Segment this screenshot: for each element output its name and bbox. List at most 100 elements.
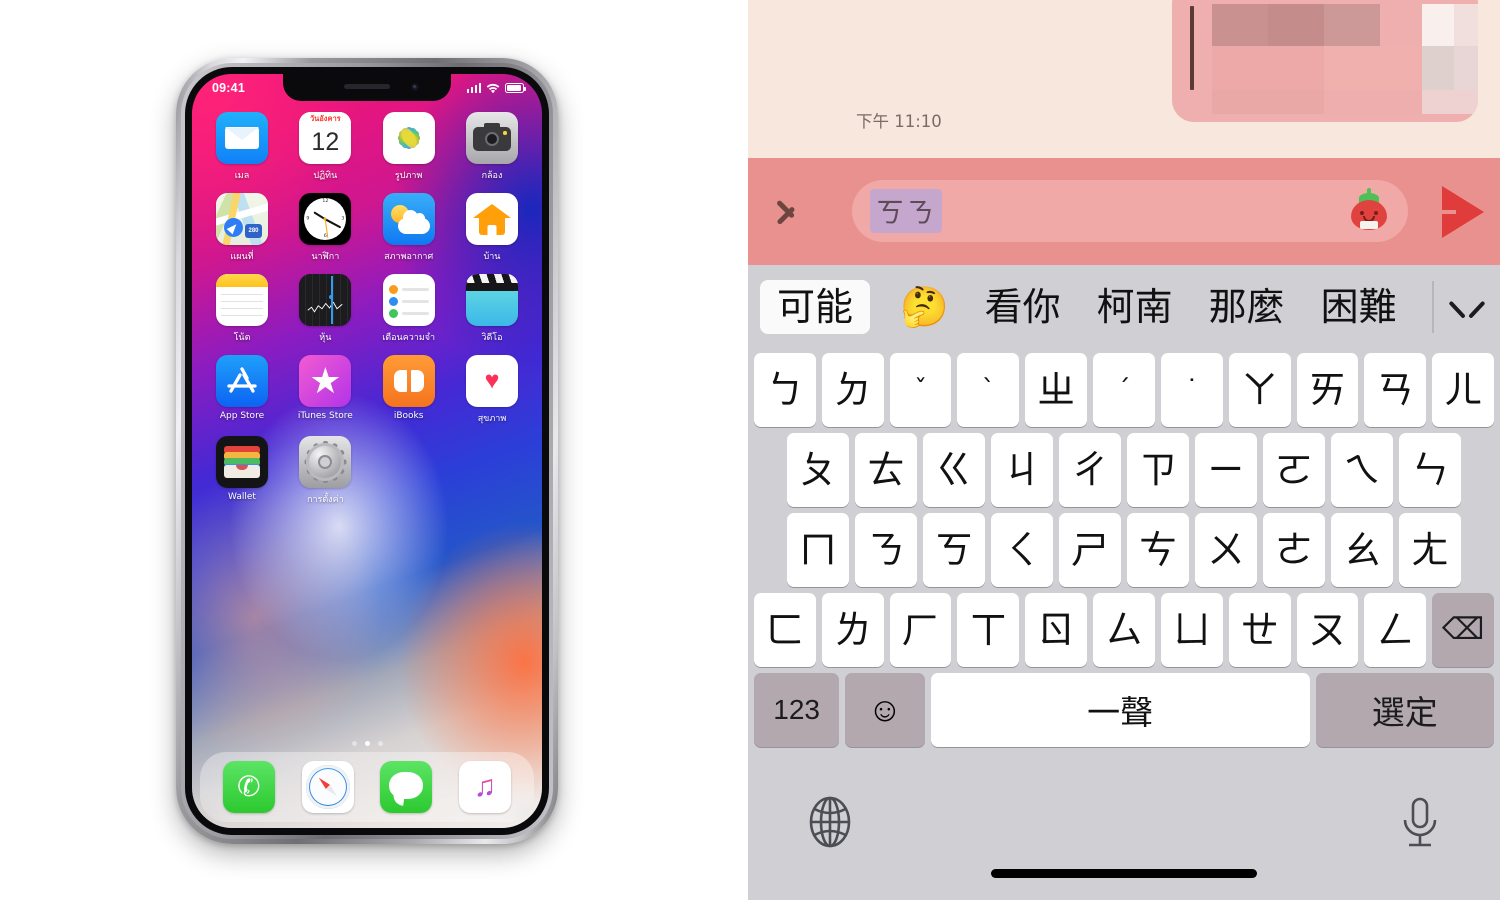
key-ne[interactable]: ㄋ (855, 513, 917, 587)
app-settings[interactable]: การตั้งค่า (293, 436, 357, 506)
key-i[interactable]: ㄧ (1195, 433, 1257, 507)
key-ci[interactable]: ㄘ (1127, 513, 1189, 587)
messages-icon[interactable] (380, 761, 433, 813)
key-fo[interactable]: ㄈ (754, 593, 816, 667)
key-yu[interactable]: ㄩ (1160, 593, 1223, 667)
keyboard-row: ㄈ ㄌ ㄏ ㄒ ㄖ ㄙ ㄩ ㄝ ㄡ ㄥ ⌫ (754, 593, 1494, 667)
space-key[interactable]: 一聲 (930, 673, 1310, 747)
enter-key[interactable]: 選定 (1315, 673, 1495, 747)
app-app-store[interactable]: App Store (210, 355, 274, 425)
key-er[interactable]: ㄦ (1432, 353, 1494, 427)
key-ai[interactable]: ㄞ (1296, 353, 1359, 427)
key-a[interactable]: ㄚ (1228, 353, 1291, 427)
message-bubble-redacted[interactable] (1172, 0, 1478, 122)
key-tone3[interactable]: ˇ (889, 353, 952, 427)
key-le[interactable]: ㄌ (821, 593, 884, 667)
microphone-icon[interactable] (1398, 796, 1442, 850)
key-te[interactable]: ㄊ (855, 433, 917, 507)
candidate-item[interactable]: 那麼 (1209, 288, 1285, 326)
key-ei[interactable]: ㄟ (1331, 433, 1393, 507)
key-bo[interactable]: ㄅ (754, 353, 816, 427)
app-health[interactable]: ♥ สุขภาพ (460, 355, 524, 425)
chevron-right-icon[interactable] (776, 189, 802, 233)
key-ri[interactable]: ㄖ (1025, 593, 1088, 667)
key-tone4[interactable]: ˋ (957, 353, 1020, 427)
app-clock[interactable]: 12 3 6 9 นาฬิกา (293, 193, 357, 263)
app-label: App Store (219, 411, 265, 421)
thinking-face-emoji-icon[interactable]: 🤔 (900, 288, 949, 327)
app-maps[interactable]: 280 แผนที่ (210, 193, 274, 263)
app-calendar[interactable]: วันอังคาร 12 ปฏิทิน (293, 112, 357, 182)
message-input-field[interactable]: ㄎㄋ (852, 180, 1408, 242)
app-ibooks[interactable]: iBooks (377, 355, 441, 425)
key-an[interactable]: ㄢ (1364, 353, 1427, 427)
key-ie[interactable]: ㄝ (1228, 593, 1291, 667)
safari-icon[interactable] (301, 761, 354, 813)
chevron-down-icon[interactable] (1450, 290, 1484, 324)
app-label: Wallet (228, 492, 256, 502)
key-zi[interactable]: ㄗ (1127, 433, 1189, 507)
keyboard-row: ㄆ ㄊ ㄍ ㄐ ㄔ ㄗ ㄧ ㄛ ㄟ ㄣ (754, 433, 1494, 507)
stocks-line (307, 302, 343, 313)
app-photos[interactable]: รูปภาพ (377, 112, 441, 182)
phone-icon[interactable]: ✆ (223, 761, 276, 813)
app-itunes-store[interactable]: ★ iTunes Store (293, 355, 357, 425)
app-wallet[interactable]: Wallet (210, 436, 274, 506)
app-grid: เมล วันอังคาร 12 ปฏิทิน รูปภาพ กล้อง 280… (192, 112, 542, 517)
screenshot-root: 09:41 เมล วันอังคาร 12 ปฏิทิน รูปภาพ กล้… (0, 0, 1500, 900)
key-ke[interactable]: ㄎ (923, 513, 985, 587)
app-mail[interactable]: เมล (210, 112, 274, 182)
candidate-item[interactable]: 困難 (1321, 288, 1397, 326)
key-shi[interactable]: ㄕ (1059, 513, 1121, 587)
key-de[interactable]: ㄉ (821, 353, 884, 427)
app-label: เตือนความจำ (382, 333, 436, 343)
app-label: แผนที่ (230, 252, 254, 262)
app-reminders[interactable]: เตือนความจำ (377, 274, 441, 344)
key-ang[interactable]: ㄤ (1399, 513, 1461, 587)
music-icon[interactable]: ♫ (458, 761, 511, 813)
globe-icon[interactable] (806, 796, 854, 848)
notch (283, 74, 451, 101)
backspace-icon[interactable]: ⌫ (1432, 593, 1494, 667)
strawberry-sticker-icon[interactable] (1346, 188, 1392, 234)
candidate-item[interactable]: 看你 (985, 288, 1061, 326)
key-ge[interactable]: ㄍ (923, 433, 985, 507)
key-e[interactable]: ㄜ (1263, 513, 1325, 587)
home-indicator[interactable] (991, 869, 1257, 878)
key-tone5[interactable]: ˙ (1160, 353, 1223, 427)
key-o[interactable]: ㄛ (1263, 433, 1325, 507)
key-qi[interactable]: ㄑ (991, 513, 1053, 587)
app-label: เมล (234, 171, 250, 181)
candidate-item[interactable]: 柯南 (1097, 288, 1173, 326)
key-ji[interactable]: ㄐ (991, 433, 1053, 507)
key-si[interactable]: ㄙ (1093, 593, 1155, 667)
candidate-selected[interactable]: 可能 (760, 280, 871, 334)
page-dots[interactable] (192, 741, 542, 746)
clock-icon: 12 3 6 9 (299, 193, 352, 245)
key-po[interactable]: ㄆ (787, 433, 849, 507)
key-zhi[interactable]: ㄓ (1025, 353, 1088, 427)
numeric-key[interactable]: 123 (754, 673, 840, 747)
calendar-weekday: วันอังคาร (299, 112, 352, 126)
app-camera[interactable]: กล้อง (460, 112, 524, 182)
key-u[interactable]: ㄨ (1195, 513, 1257, 587)
stocks-icon (299, 274, 352, 326)
key-chi[interactable]: ㄔ (1059, 433, 1121, 507)
emoji-face-icon[interactable]: ☺ (845, 673, 925, 747)
key-en[interactable]: ㄣ (1399, 433, 1461, 507)
key-eng[interactable]: ㄥ (1364, 593, 1427, 667)
key-mo[interactable]: ㄇ (787, 513, 849, 587)
key-tone2[interactable]: ˊ (1093, 353, 1155, 427)
candidate-bar: 可能 🤔 看你 柯南 那麼 困難 (748, 265, 1500, 349)
cellular-bars-icon (466, 83, 481, 93)
key-xi[interactable]: ㄒ (957, 593, 1020, 667)
key-ao[interactable]: ㄠ (1331, 513, 1393, 587)
app-stocks[interactable]: หุ้น (293, 274, 357, 344)
app-weather[interactable]: สภาพอากาศ (377, 193, 441, 263)
key-he[interactable]: ㄏ (889, 593, 952, 667)
app-notes[interactable]: โน้ต (210, 274, 274, 344)
app-videos[interactable]: วิดีโอ (460, 274, 524, 344)
app-home[interactable]: บ้าน (460, 193, 524, 263)
key-ou[interactable]: ㄡ (1296, 593, 1359, 667)
phone-glyph: ✆ (235, 769, 263, 804)
